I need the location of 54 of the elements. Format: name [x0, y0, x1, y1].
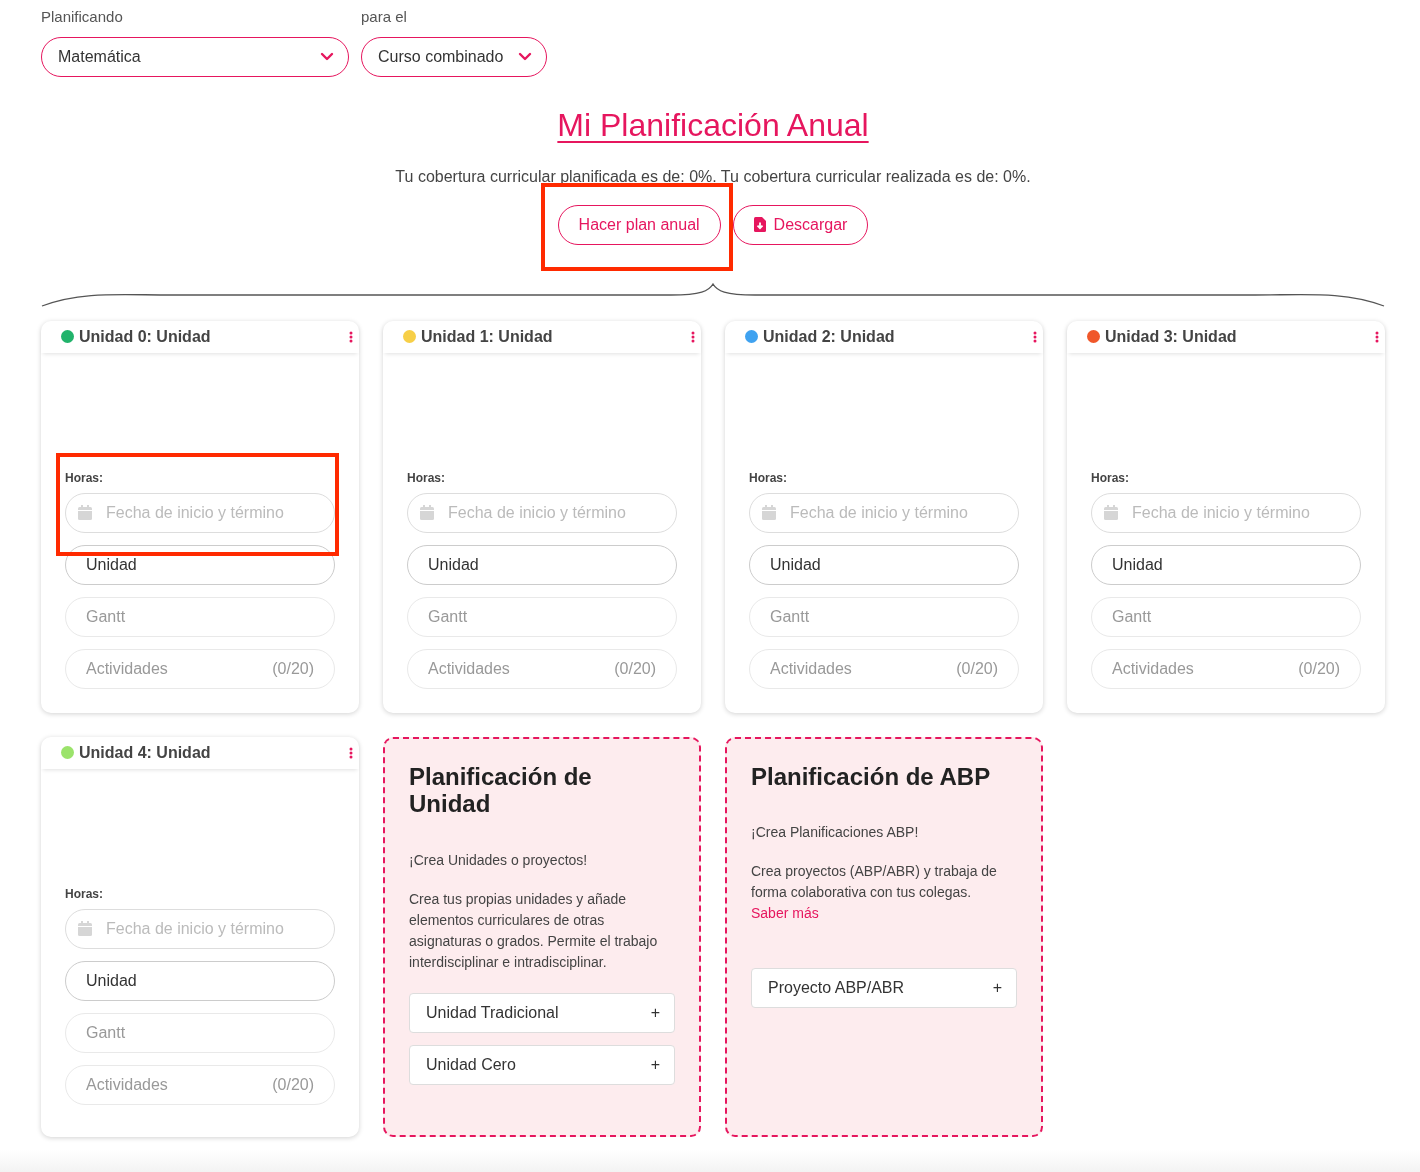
- file-download-icon: [753, 217, 766, 232]
- unit-link-button[interactable]: Unidad: [749, 544, 1019, 585]
- more-options-icon[interactable]: [1375, 330, 1379, 343]
- download-button[interactable]: Descargar: [732, 204, 869, 245]
- unit-title: Unidad 2: Unidad: [763, 326, 895, 347]
- create-option-button[interactable]: Unidad Cero +: [409, 1044, 675, 1085]
- date-range-field[interactable]: Fecha de inicio y término: [65, 908, 335, 949]
- chevron-down-icon: [518, 52, 532, 61]
- date-range-field[interactable]: Fecha de inicio y término: [749, 492, 1019, 533]
- date-range-field[interactable]: Fecha de inicio y término: [407, 492, 677, 533]
- hours-label: Horas:: [65, 469, 104, 487]
- plus-icon: +: [650, 1052, 660, 1077]
- unit-link-button[interactable]: Unidad: [65, 544, 335, 585]
- hours-label: Horas:: [1091, 469, 1130, 487]
- chevron-down-icon: [320, 52, 334, 61]
- subject-dropdown[interactable]: Matemática: [41, 36, 349, 77]
- coverage-text: Tu cobertura curricular planificada es de: 0%. Tu cobertura curricular realizada es de: 0%.: [394, 166, 1032, 187]
- more-options-icon[interactable]: [691, 330, 695, 343]
- annual-plan-button[interactable]: Hacer plan anual: [557, 204, 721, 245]
- unit-link-button[interactable]: Unidad: [1091, 544, 1361, 585]
- more-options-icon[interactable]: [1033, 330, 1037, 343]
- unit-title: Unidad 3: Unidad: [1105, 326, 1237, 347]
- activity-count: (0/20): [956, 658, 998, 679]
- plus-icon: +: [650, 1000, 660, 1025]
- activity-count: (0/20): [272, 1074, 314, 1095]
- learn-more-link[interactable]: Saber más: [751, 905, 819, 922]
- selector-label: Planificando: [41, 7, 124, 27]
- date-range-field[interactable]: Fecha de inicio y término: [65, 492, 335, 533]
- more-options-icon[interactable]: [349, 330, 353, 343]
- date-range-field[interactable]: Fecha de inicio y término: [1091, 492, 1361, 533]
- activity-count: (0/20): [272, 658, 314, 679]
- promo-title: Planificación de Unidad: [409, 762, 593, 818]
- hours-label: Horas:: [749, 469, 788, 487]
- promo-description: Crea tus propias unidades y añade elementos curriculares de otras asignaturas o grados. Permite el trabajo interdisciplinar e intradisciplinar.: [409, 889, 659, 972]
- promo-tagline: ¡Crea Unidades o proyectos!: [409, 850, 589, 870]
- plus-icon: +: [992, 976, 1002, 1001]
- selector-label: para el: [361, 7, 408, 27]
- create-option-button[interactable]: Unidad Tradicional +: [409, 992, 675, 1033]
- more-options-icon[interactable]: [349, 746, 353, 759]
- unit-link-button[interactable]: Unidad: [65, 960, 335, 1001]
- promo-description: Crea proyectos (ABP/ABR) y trabaja de forma colaborativa con tus colegas.: [751, 862, 998, 903]
- unit-title: Unidad 1: Unidad: [421, 326, 553, 347]
- course-dropdown[interactable]: Curso combinado: [361, 36, 547, 77]
- activity-count: (0/20): [614, 658, 656, 679]
- hours-label: Horas:: [407, 469, 446, 487]
- unit-title: Unidad 4: Unidad: [79, 742, 211, 763]
- promo-title: Planificación de ABP: [751, 762, 992, 791]
- page-title-link[interactable]: Mi Planificación Anual: [557, 106, 869, 143]
- promo-tagline: ¡Crea Planificaciones ABP!: [751, 823, 920, 843]
- activity-count: (0/20): [1298, 658, 1340, 679]
- unit-link-button[interactable]: Unidad: [407, 544, 677, 585]
- create-option-button[interactable]: Proyecto ABP/ABR +: [751, 968, 1017, 1009]
- hours-label: Horas:: [65, 885, 104, 903]
- unit-title: Unidad 0: Unidad: [79, 326, 211, 347]
